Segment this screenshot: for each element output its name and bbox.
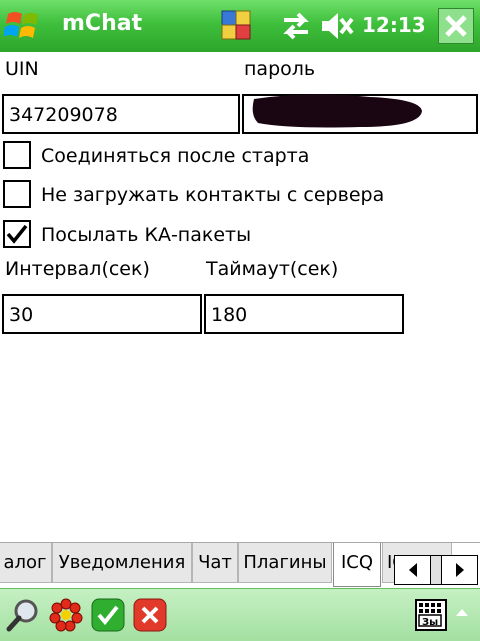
windows-start-icon[interactable] [4,8,44,44]
tab-chat[interactable]: Чат [192,543,238,583]
cancel-x-icon[interactable] [133,598,167,632]
tab-icq[interactable]: ICQ [333,543,381,587]
checkbox-skip-server-contacts[interactable] [3,180,31,208]
tab-strip: алог Уведомления Чат Плагины ICQ ICQ 2 [0,542,480,589]
uin-label: UIN [5,58,39,80]
tab-dialog[interactable]: алог [0,543,52,583]
close-icon [445,15,467,37]
title-bar: mChat 12:13 [0,0,480,52]
password-label: пароль [244,58,316,80]
checkbox-send-keepalive-label[interactable]: Посылать КА-пакеты [41,224,251,246]
timeout-field[interactable]: 180 [204,294,404,334]
pyramid-app-icon[interactable] [220,9,252,41]
checkmark-icon [6,224,28,244]
search-icon[interactable] [6,598,40,632]
tab-notifications[interactable]: Уведомления [52,543,192,583]
password-field[interactable] [242,94,478,134]
arrow-right-icon [455,563,464,577]
tab-plugins[interactable]: Плагины [238,543,332,583]
arrow-left-icon [408,563,417,577]
checkbox-skip-server-contacts-label[interactable]: Не загружать контакты с сервера [41,184,384,206]
tab-scroll-right-button[interactable] [442,556,477,584]
close-button[interactable] [438,8,474,44]
interval-field[interactable]: 30 [2,294,202,334]
interval-label: Интервал(сек) [5,258,150,280]
clock[interactable]: 12:13 [362,13,426,37]
app-title: mChat [62,11,143,36]
timeout-label: Таймаут(сек) [206,258,339,280]
tab-scroll-buttons[interactable] [394,555,478,585]
bottom-toolbar: Зы [0,588,480,641]
icq-flower-icon[interactable] [49,598,83,632]
keyboard-icon[interactable]: Зы [414,598,448,632]
volume-muted-icon[interactable] [320,11,354,41]
checkbox-send-keepalive[interactable] [3,220,31,248]
input-arrow-icon[interactable] [455,607,469,617]
redacted-password-scribble [252,94,422,128]
svg-text:Зы: Зы [422,617,438,628]
ok-check-icon[interactable] [91,598,125,632]
checkbox-connect-on-start[interactable] [3,141,31,169]
uin-field[interactable]: 347209078 [2,94,240,134]
checkbox-connect-on-start-label[interactable]: Соединяться после старта [41,145,309,167]
connectivity-icon[interactable] [280,12,312,40]
tab-scroll-left-button[interactable] [395,556,431,584]
tab-scroll-thumb[interactable] [431,556,442,584]
